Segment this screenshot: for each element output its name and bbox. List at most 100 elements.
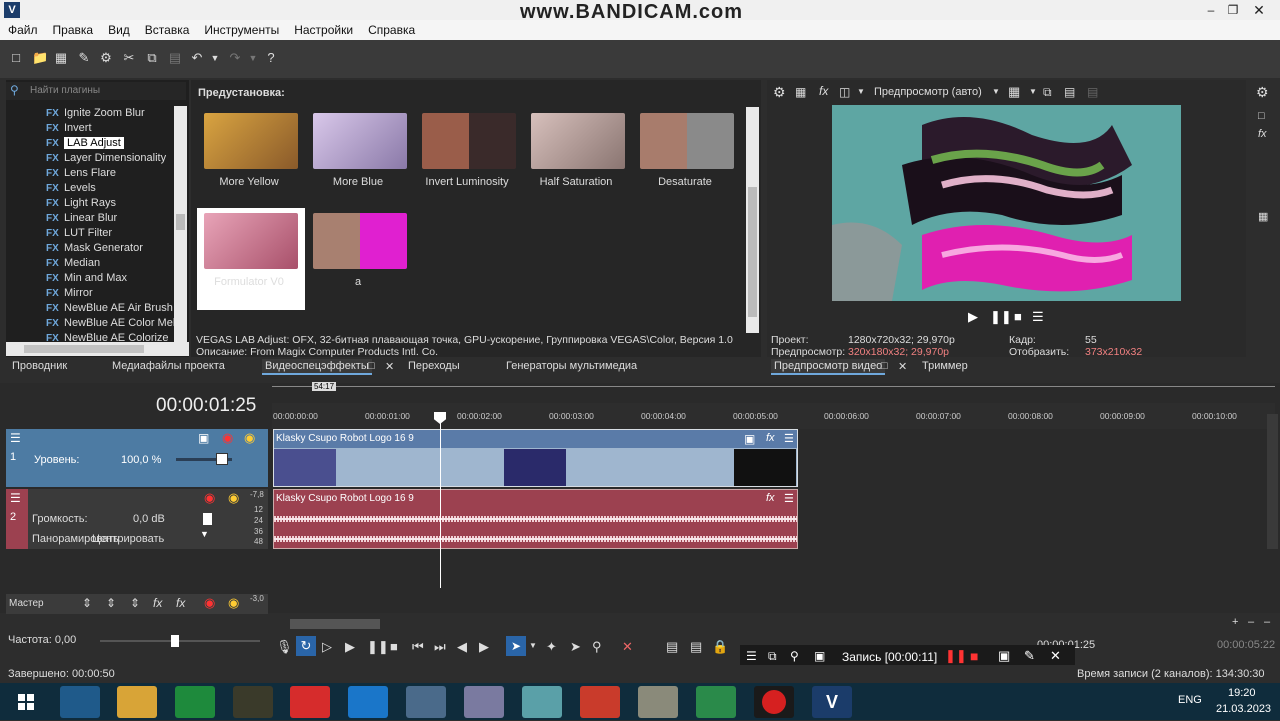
tab-project-media[interactable]: Медиафайлы проекта [112,360,225,372]
plugin-item[interactable]: FX NewBlue AE Air Brush [46,302,173,317]
zoom-in-icon[interactable]: + [1232,616,1238,628]
preset-a[interactable]: a [306,208,410,298]
stop-icon[interactable]: ■ [970,648,978,664]
fx-icon[interactable]: fx [1258,128,1267,140]
tab-video-preview[interactable]: Предпросмотр видео [771,359,886,375]
rate-slider[interactable] [100,640,260,642]
tab-video-fx[interactable]: Видеоспецэффекты [262,359,372,375]
gear-icon[interactable]: ⚙ [773,84,786,101]
zoom-out-icon[interactable]: – [1248,616,1254,628]
loop-icon[interactable]: ↻ [296,636,316,656]
edge-icon[interactable] [348,686,388,718]
record-icon[interactable]: 🎙 [276,639,293,655]
menu-icon[interactable]: ☰ [746,649,757,663]
solo-icon[interactable]: ◉ [244,430,255,446]
fader-icon[interactable]: ⇕ [130,596,140,610]
lock-icon[interactable]: 🔒 [712,639,728,655]
menu-icon[interactable]: ☰ [1032,309,1044,325]
vegas-taskbar-icon[interactable]: V [812,686,852,718]
chevron-down-icon[interactable]: ▼ [529,641,537,650]
redo-icon[interactable]: ↷ [228,51,242,65]
event-fx-icon[interactable]: fx [766,432,775,444]
pan-slider-handle[interactable]: ▼ [200,529,209,539]
pause-icon[interactable]: ❚❚ [367,639,389,655]
menu-file[interactable]: Файл [0,20,45,37]
clock-date[interactable]: 21.03.2023 [1216,703,1271,715]
split-screen-icon[interactable]: ◫ [839,85,850,99]
plugin-item[interactable]: FX Mask Generator [46,242,143,257]
solo-icon[interactable]: ◉ [228,595,239,611]
undo-dropdown-icon[interactable]: ▼ [208,51,222,65]
preset-more-blue[interactable]: More Blue [306,108,410,198]
play-from-start-icon[interactable]: ▷ [322,639,332,655]
tab-media-generators[interactable]: Генераторы мультимедиа [506,360,637,372]
menu-options[interactable]: Настройки [286,20,360,37]
track-motion-icon[interactable]: ▣ [198,431,209,445]
plugin-item[interactable]: FX Median [46,257,100,272]
paste-icon[interactable]: ▤ [168,51,182,65]
plugin-item[interactable]: FX Layer Dimensionality [46,152,166,167]
plugin-item[interactable]: FX Min and Max [46,272,127,287]
gear-icon[interactable]: ⚙ [99,51,113,65]
volume-slider-handle[interactable] [203,513,212,525]
clip-menu-icon[interactable]: ☰ [784,492,794,505]
camera-icon[interactable]: ▣ [998,648,1010,664]
close-button[interactable]: ✕ [1236,0,1280,20]
tab-transitions[interactable]: Переходы [408,360,460,372]
scroll-thumb[interactable] [24,345,144,353]
copy-icon[interactable]: ⧉ [145,51,159,65]
preset-scrollbar[interactable] [746,107,759,333]
language-indicator[interactable]: ENG [1178,694,1202,706]
plugin-item[interactable]: FX NewBlue AE Color Melt [46,317,174,332]
plugin-item-selected[interactable]: FX LAB Adjust [46,137,124,152]
redo-dropdown-icon[interactable]: ▼ [246,51,260,65]
preset-half-saturation[interactable]: Half Saturation [524,108,628,198]
audio-clip[interactable]: Klasky Csupo Robot Logo 16 9 fx ☰ [273,489,798,549]
plugin-item[interactable]: FX Lens Flare [46,167,116,182]
grid-icon[interactable]: ▦ [1008,84,1020,100]
mute-icon[interactable]: ◉ [204,490,215,506]
split-icon[interactable]: ▤ [690,639,702,655]
scroll-thumb[interactable] [290,619,380,629]
pan-crop-icon[interactable]: ▣ [744,432,755,446]
audio-track-header[interactable]: ☰ 2 Громкость: 0,0 dB Панорамировать Цен… [6,489,268,549]
zoom-icon[interactable]: ⚲ [790,649,799,663]
rate-slider-handle[interactable] [171,635,179,647]
play-icon[interactable]: ▶ [345,639,355,655]
preset-formulator[interactable]: Formulator V0 [197,208,305,310]
region-icon[interactable]: ▣ [814,649,825,663]
plugin-item[interactable]: FX Mirror [46,287,93,302]
timeline-hscrollbar[interactable] [272,618,1275,630]
save-icon[interactable]: ▦ [54,51,68,65]
stop-icon[interactable]: ■ [390,639,398,654]
chevron-down-icon[interactable]: ▼ [857,87,865,96]
envelope-tool-icon[interactable]: ✦ [546,639,557,655]
paint-icon[interactable] [464,686,504,718]
menu-tools[interactable]: Инструменты [196,20,286,37]
undock-icon[interactable]: □ [881,360,888,372]
time-ruler[interactable]: 00:00:00:00 00:00:01:00 00:00:02:00 00:0… [272,403,1275,429]
render-icon[interactable]: ✎ [77,51,91,65]
plugin-item[interactable]: FX LUT Filter [46,227,112,242]
undock-icon[interactable]: □ [368,360,375,372]
plugin-item[interactable]: FX Light Rays [46,197,116,212]
clip-menu-icon[interactable]: ☰ [784,432,794,445]
chrome-icon[interactable] [580,686,620,718]
video-track-header[interactable]: ☰ 1 Уровень: 100,0 % ▣ ◉ ◉ [6,429,268,487]
zoom-tool-icon[interactable]: ⚲ [592,639,602,655]
tab-trimmer[interactable]: Триммер [922,360,968,372]
new-file-icon[interactable]: □ [9,51,23,65]
trim-icon[interactable]: ▤ [666,639,678,655]
selection-tool-icon[interactable]: ➤ [570,639,581,655]
track-menu-icon[interactable]: ☰ [10,431,21,445]
layout-icon[interactable]: ▦ [1258,210,1268,223]
app-icon[interactable] [638,686,678,718]
loop-bar[interactable]: 54:17 [272,382,1275,391]
scroll-thumb[interactable] [176,214,185,230]
preset-invert-luminosity[interactable]: Invert Luminosity [415,108,519,198]
close-icon[interactable]: ✕ [385,360,394,373]
help-icon[interactable]: ? [264,51,278,65]
scroll-thumb[interactable] [748,187,757,317]
window-icon[interactable]: □ [1258,110,1265,122]
plugin-item[interactable]: FX Levels [46,182,96,197]
